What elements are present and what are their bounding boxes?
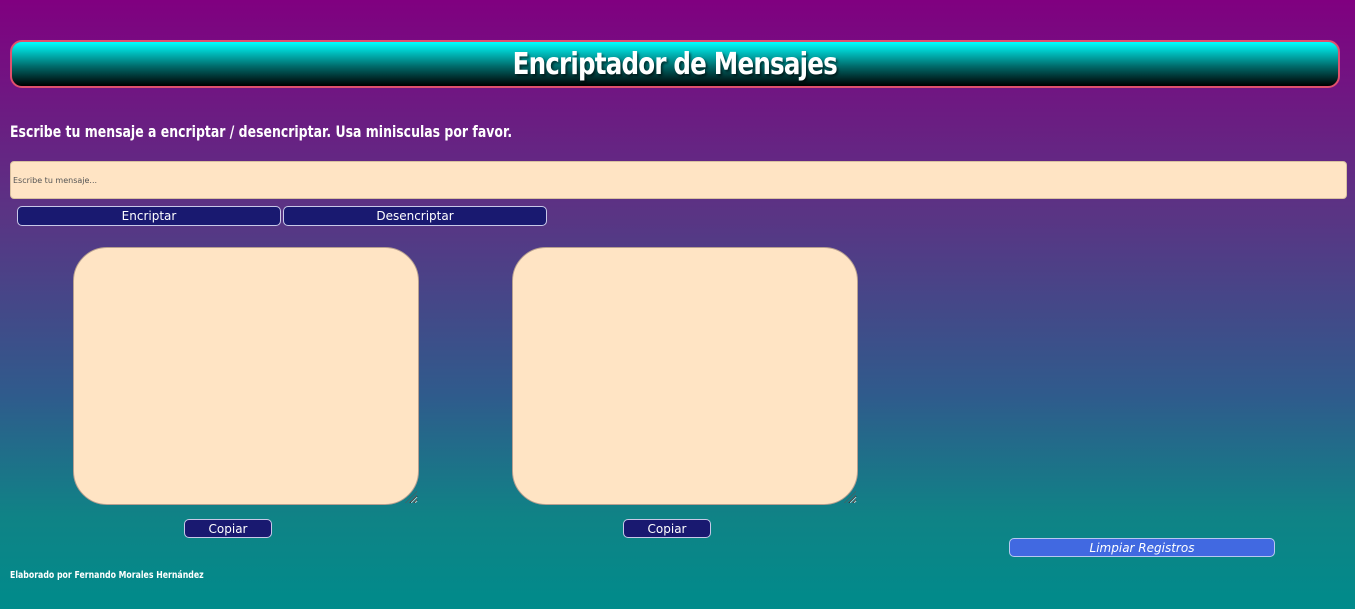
output-textarea-2[interactable] (512, 247, 858, 505)
title-bar: Encriptador de Mensajes (10, 40, 1340, 88)
message-input[interactable] (10, 161, 1347, 199)
footer-credit: Elaborado por Fernando Morales Hernández (10, 570, 204, 581)
copy-button-1[interactable]: Copiar (184, 519, 272, 538)
decrypt-button[interactable]: Desencriptar (283, 206, 547, 226)
clear-records-button[interactable]: Limpiar Registros (1009, 538, 1275, 557)
instruction-text: Escribe tu mensaje a encriptar / desencr… (10, 122, 513, 141)
encrypt-button[interactable]: Encriptar (17, 206, 281, 226)
page-title: Encriptador de Mensajes (512, 46, 838, 82)
output-textarea-1[interactable] (73, 247, 419, 505)
copy-button-2[interactable]: Copiar (623, 519, 711, 538)
